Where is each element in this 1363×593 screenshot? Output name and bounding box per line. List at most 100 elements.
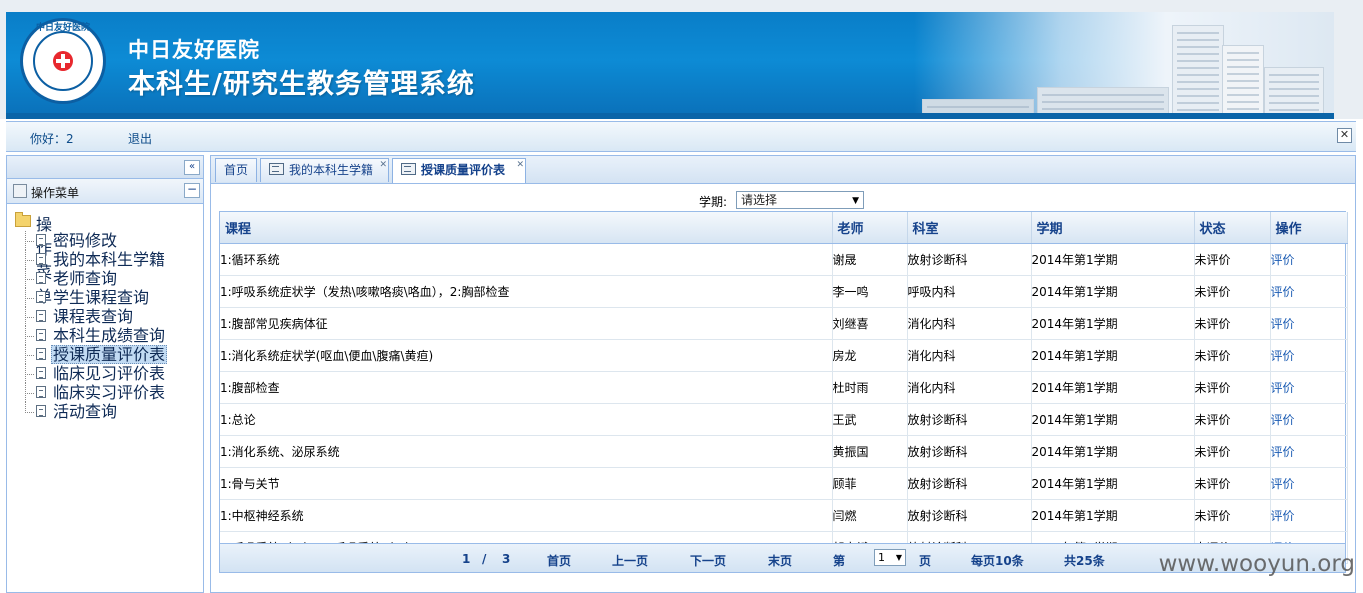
column-header-status[interactable]: 状态 xyxy=(1194,212,1271,244)
sidebar-item-label[interactable]: 课程表查询 xyxy=(53,307,133,326)
semester-select[interactable]: 请选择 ▼ xyxy=(736,191,864,209)
header-banner: 中日友好医院 中日友好医院 本科生/研究生教务管理系统 xyxy=(6,12,1334,119)
cell-course: 1:消化系统症状学(呕血\便血\腹痛\黄疸) xyxy=(220,339,833,372)
document-icon xyxy=(36,367,46,379)
evaluate-link[interactable]: 评价 xyxy=(1271,445,1295,459)
table-row: 1:中枢神经系统 闫燃 放射诊断科 2014年第1学期 未评价 评价 xyxy=(220,499,1348,532)
document-icon xyxy=(36,405,46,417)
table-row: 1:循环系统 谢晟 放射诊断科 2014年第1学期 未评价 评价 xyxy=(220,243,1348,276)
chevron-down-icon: ▼ xyxy=(895,553,902,562)
cell-status: 未评价 xyxy=(1194,403,1271,436)
evaluate-link[interactable]: 评价 xyxy=(1271,477,1295,491)
table-row: 1:总论 王武 放射诊断科 2014年第1学期 未评价 评价 xyxy=(220,403,1348,436)
tree-connector xyxy=(25,364,26,383)
cell-department: 呼吸内科 xyxy=(907,275,1032,308)
page-prefix: 第 xyxy=(833,554,846,568)
tree-connector xyxy=(25,326,34,337)
column-header-course[interactable]: 课程 xyxy=(220,212,833,244)
cell-semester: 2014年第1学期 xyxy=(1031,435,1195,468)
next-page-link[interactable]: 下一页 xyxy=(690,552,726,569)
evaluate-link[interactable]: 评价 xyxy=(1271,285,1295,299)
tree-connector xyxy=(25,383,34,394)
cell-course: 1:中枢神经系统 xyxy=(220,499,833,532)
cell-status: 未评价 xyxy=(1194,371,1271,404)
cell-department: 消化内科 xyxy=(907,371,1032,404)
tree-connector xyxy=(25,345,34,356)
prev-page-link[interactable]: 上一页 xyxy=(612,552,648,569)
cell-status: 未评价 xyxy=(1194,467,1271,500)
cell-department: 放射诊断科 xyxy=(907,499,1032,532)
tab-close-icon[interactable]: ✕ xyxy=(516,154,524,177)
column-header-semester[interactable]: 学期 xyxy=(1031,212,1195,244)
cell-teacher: 顾菲 xyxy=(832,467,908,500)
cell-course: 1:呼吸系统症状学（发热\咳嗽咯痰\咯血），2:胸部检查 xyxy=(220,275,833,308)
first-page-link[interactable]: 首页 xyxy=(547,552,571,569)
tree-connector xyxy=(25,307,34,318)
evaluate-link[interactable]: 评价 xyxy=(1271,317,1295,331)
cell-semester: 2014年第1学期 xyxy=(1031,499,1195,532)
document-icon xyxy=(36,253,46,265)
tab-teaching-evaluation[interactable]: 授课质量评价表 ✕ xyxy=(392,158,526,183)
evaluate-link[interactable]: 评价 xyxy=(1271,509,1295,523)
evaluate-link[interactable]: 评价 xyxy=(1271,349,1295,363)
cell-action: 评价 xyxy=(1270,371,1348,404)
user-greeting: 你好：2 xyxy=(30,132,74,146)
chevron-down-icon: ▼ xyxy=(852,196,859,206)
cell-teacher: 杜时雨 xyxy=(832,371,908,404)
sidebar-item-label[interactable]: 授课质量评价表 xyxy=(51,345,168,364)
sidebar-item-label[interactable]: 本科生成绩查询 xyxy=(53,326,165,345)
evaluation-table: 课程 老师 科室 学期 状态 操作 1:循环系统 谢晟 放射诊断科 2014年第1学期… xyxy=(219,211,1348,565)
tab-close-icon[interactable]: ✕ xyxy=(379,154,387,177)
evaluate-link[interactable]: 评价 xyxy=(1271,413,1295,427)
column-header-action[interactable]: 操作 xyxy=(1270,212,1348,244)
sidebar-item-label[interactable]: 老师查询 xyxy=(53,269,117,288)
tree-connector xyxy=(25,231,34,242)
hospital-name: 中日友好医院 xyxy=(128,37,260,62)
cell-course: 1:骨与关节 xyxy=(220,467,833,500)
evaluate-link[interactable]: 评价 xyxy=(1271,253,1295,267)
close-icon[interactable]: ✕ xyxy=(1337,128,1352,143)
cell-semester: 2014年第1学期 xyxy=(1031,371,1195,404)
page-number-select[interactable]: 1 ▼ xyxy=(874,549,906,566)
sidebar-item-label[interactable]: 学生课程查询 xyxy=(53,288,149,307)
cell-teacher: 房龙 xyxy=(832,339,908,372)
collapse-sidebar-icon[interactable]: « xyxy=(184,160,200,175)
sidebar-item-label[interactable]: 活动查询 xyxy=(53,402,117,421)
hospital-building-image xyxy=(914,12,1334,119)
pager-current-page: 1 xyxy=(462,552,471,566)
table-row: 1:消化系统症状学(呕血\便血\腹痛\黄疸) 房龙 消化内科 2014年第1学期 未评价… xyxy=(220,339,1348,372)
collapse-panel-icon[interactable]: − xyxy=(184,183,200,198)
semester-label: 学期: xyxy=(699,195,728,209)
logout-link[interactable]: 退出 xyxy=(128,130,152,147)
menu-panel-header: 操作菜单 − xyxy=(7,179,203,204)
tab-bar: 首页 我的本科生学籍 ✕ 授课质量评价表 ✕ xyxy=(211,156,1355,184)
sidebar-item-label[interactable]: 临床见习评价表 xyxy=(53,364,165,383)
column-header-department[interactable]: 科室 xyxy=(907,212,1032,244)
document-icon xyxy=(36,310,46,322)
cell-semester: 2014年第1学期 xyxy=(1031,307,1195,340)
evaluate-link[interactable]: 评价 xyxy=(1271,381,1295,395)
cell-teacher: 谢晟 xyxy=(832,243,908,276)
tab-home[interactable]: 首页 xyxy=(215,158,257,182)
sidebar-item-label[interactable]: 临床实习评价表 xyxy=(53,383,165,402)
tree-connector xyxy=(25,364,34,375)
tree-connector xyxy=(25,326,26,345)
last-page-link[interactable]: 末页 xyxy=(768,552,792,569)
pager-slash: / xyxy=(482,552,487,566)
tab-home-label: 首页 xyxy=(224,163,249,177)
cell-semester: 2014年第1学期 xyxy=(1031,467,1195,500)
sidebar-item-label[interactable]: 密码修改 xyxy=(53,231,117,250)
tab-undergrad-status-label: 我的本科生学籍 xyxy=(289,163,374,177)
cell-department: 放射诊断科 xyxy=(907,467,1032,500)
sidebar-item-label[interactable]: 我的本科生学籍 xyxy=(53,250,165,269)
header: 中日友好医院 中日友好医院 本科生/研究生教务管理系统 xyxy=(0,0,1363,119)
tab-undergrad-status[interactable]: 我的本科生学籍 ✕ xyxy=(260,158,389,182)
pager-total-pages: 3 xyxy=(502,552,511,566)
table-row: 1:呼吸系统症状学（发热\咳嗽咯痰\咯血），2:胸部检查 李一鸣 呼吸内科 2014年… xyxy=(220,275,1348,308)
cell-semester: 2014年第1学期 xyxy=(1031,243,1195,276)
cell-action: 评价 xyxy=(1270,467,1348,500)
hospital-logo: 中日友好医院 xyxy=(20,18,106,104)
cell-semester: 2014年第1学期 xyxy=(1031,339,1195,372)
column-header-teacher[interactable]: 老师 xyxy=(832,212,908,244)
document-icon xyxy=(36,348,46,360)
